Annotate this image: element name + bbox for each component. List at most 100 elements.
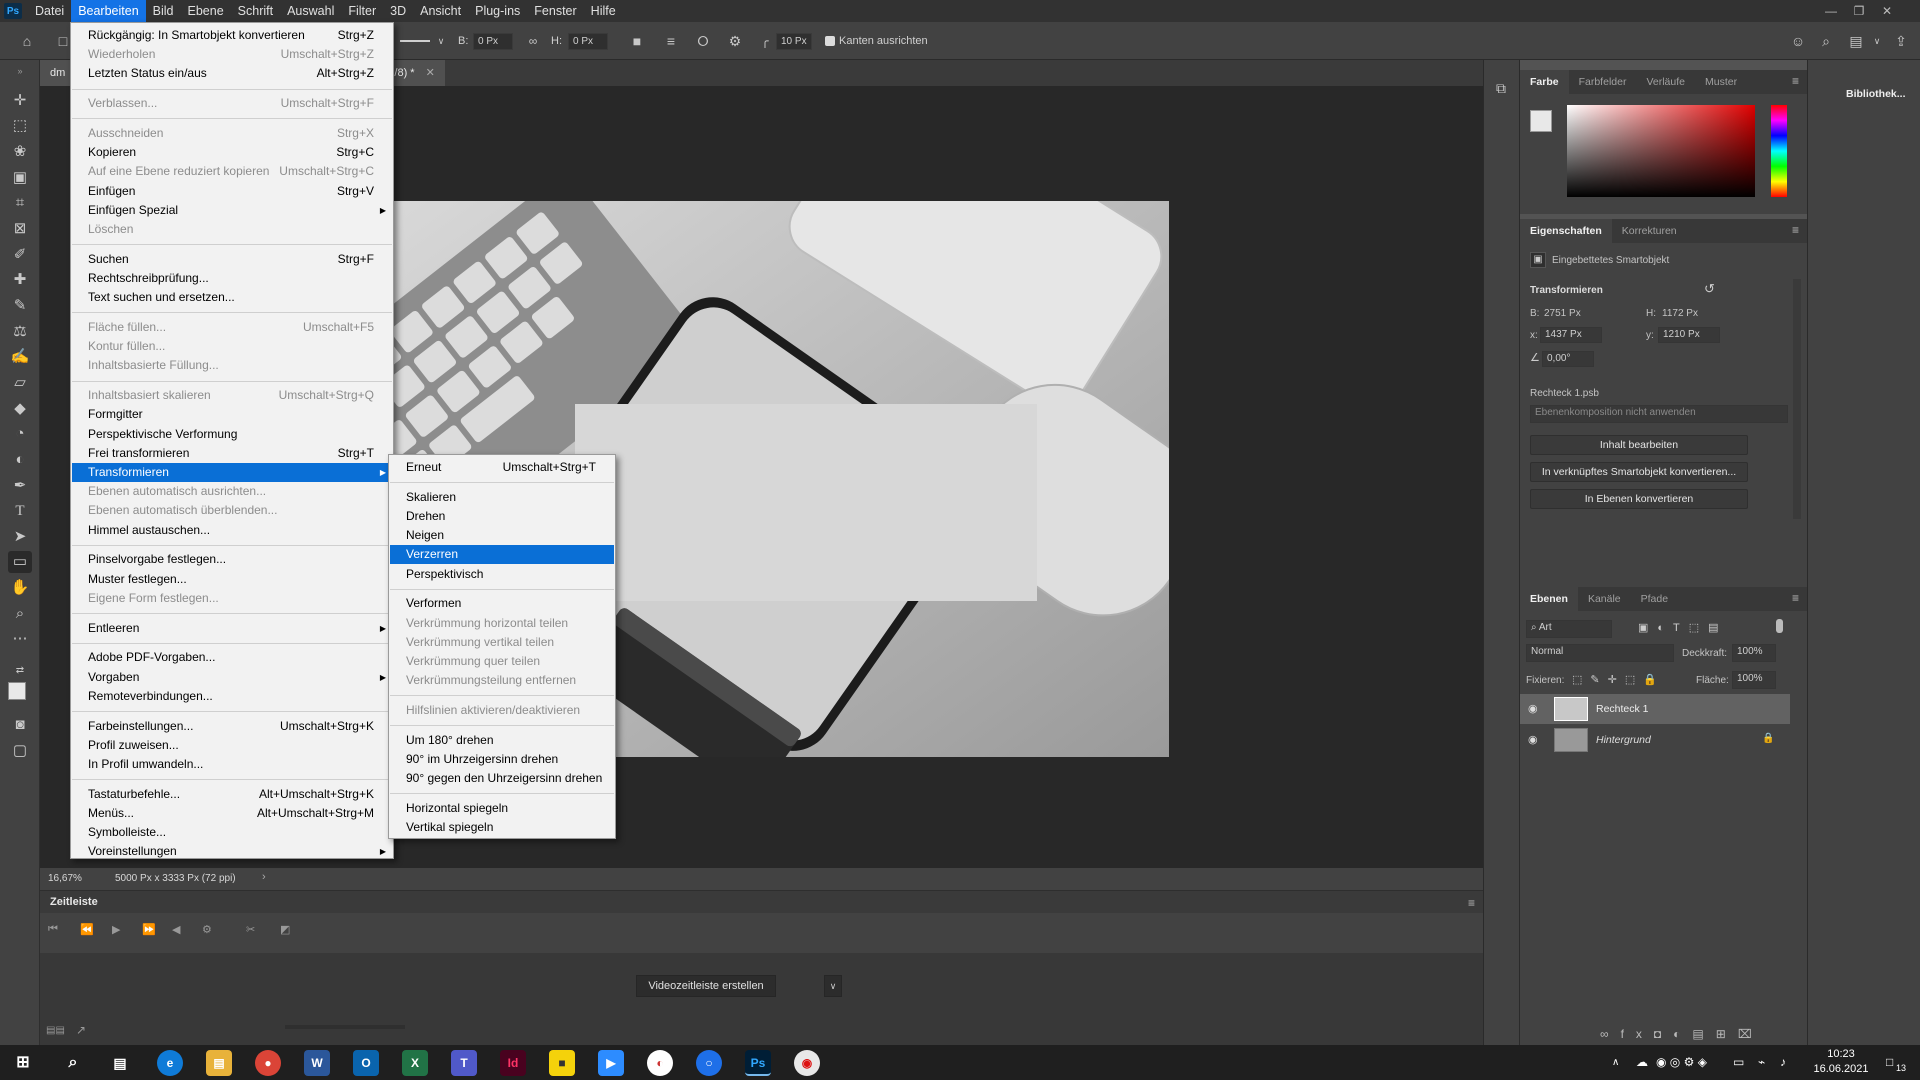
- layer-comp-dropdown[interactable]: Ebenenkomposition nicht anwenden: [1530, 405, 1788, 423]
- menu-item[interactable]: Verzerren: [390, 545, 614, 565]
- teams-icon[interactable]: T: [451, 1050, 477, 1076]
- rectangle-tool-icon[interactable]: ▭: [8, 551, 32, 573]
- type-tool-icon[interactable]: T: [8, 500, 32, 522]
- panel-tab[interactable]: Pfade: [1631, 587, 1678, 611]
- swap-colors-icon[interactable]: ⇄: [8, 660, 32, 682]
- menu-4[interactable]: Schrift: [231, 0, 280, 22]
- next-frame-icon[interactable]: ⏩: [142, 923, 156, 936]
- history-panel-icon[interactable]: ⧉: [1496, 80, 1506, 97]
- onedrive-icon[interactable]: ☁: [1636, 1045, 1648, 1080]
- menu-item[interactable]: Tastaturbefehle... Alt+Umschalt+Strg+K: [72, 785, 392, 804]
- visibility-eye-icon[interactable]: ◉: [1528, 702, 1538, 715]
- history-brush-tool-icon[interactable]: ✍: [8, 346, 32, 368]
- search-icon[interactable]: ⌕: [60, 1050, 86, 1076]
- photoshop-taskbar-icon[interactable]: Ps: [745, 1050, 771, 1076]
- link-icon[interactable]: ∞: [524, 32, 542, 50]
- adjustment-icon[interactable]: ◐: [1673, 1027, 1692, 1041]
- signal-icon[interactable]: ○: [696, 1050, 722, 1076]
- transition-icon[interactable]: ◩: [280, 923, 290, 936]
- menu-11[interactable]: Hilfe: [584, 0, 623, 22]
- menu-item[interactable]: Entleeren ▶: [72, 619, 392, 638]
- prop-angle-field[interactable]: 0,00°: [1542, 351, 1594, 367]
- learn-icon[interactable]: ☺: [1789, 32, 1807, 50]
- menu-item[interactable]: Verkrümmungsteilung entfernen: [390, 671, 614, 690]
- collapse-toolbar-icon[interactable]: »: [8, 60, 32, 82]
- eyedropper-tool-icon[interactable]: ✐: [8, 244, 32, 266]
- height-field[interactable]: 0 Px: [568, 33, 608, 50]
- layer-filter-dropdown[interactable]: ⌕ Art: [1526, 620, 1612, 638]
- frame-tool-icon[interactable]: ⊠: [8, 218, 32, 240]
- menu-item[interactable]: Menüs... Alt+Umschalt+Strg+M: [72, 804, 392, 823]
- menu-3[interactable]: Ebene: [181, 0, 231, 22]
- panel-tab[interactable]: Farbe: [1520, 70, 1569, 94]
- opacity-field[interactable]: 100%: [1732, 644, 1776, 662]
- indesign-icon[interactable]: Id: [500, 1050, 526, 1076]
- menu-item[interactable]: Frei transformieren Strg+T: [72, 444, 392, 463]
- menu-item[interactable]: Erneut Umschalt+Strg+T: [390, 458, 614, 477]
- menu-item[interactable]: Skalieren: [390, 488, 614, 507]
- path-operations-icon[interactable]: ■: [628, 32, 646, 50]
- panel-menu-icon[interactable]: ≡: [1468, 896, 1475, 910]
- share-icon[interactable]: ⇪: [1892, 32, 1910, 50]
- pen-tool-icon[interactable]: ✒: [8, 475, 32, 497]
- panel-tab[interactable]: Farbfelder: [1569, 70, 1637, 94]
- visibility-eye-icon[interactable]: ◉: [1528, 733, 1538, 746]
- foreground-color-swatch[interactable]: [8, 682, 26, 700]
- windows-start-icon[interactable]: ⊞: [10, 1050, 36, 1076]
- menu-0[interactable]: Datei: [28, 0, 71, 22]
- clone-stamp-tool-icon[interactable]: ⚖: [8, 321, 32, 343]
- brush-tool-icon[interactable]: ✎: [8, 295, 32, 317]
- play-icon[interactable]: ▶: [112, 923, 120, 936]
- align-edges-checkbox[interactable]: [825, 36, 835, 46]
- menu-item[interactable]: 90° gegen den Uhrzeigersinn drehen: [390, 769, 614, 788]
- playback-settings-icon[interactable]: ⚙: [202, 923, 212, 936]
- audio-icon[interactable]: ◀: [172, 923, 180, 936]
- maximize-icon[interactable]: ❐: [1846, 0, 1872, 22]
- panel-menu-icon[interactable]: ≡: [1792, 591, 1799, 605]
- healing-brush-tool-icon[interactable]: ✚: [8, 269, 32, 291]
- convert-to-linked-button[interactable]: In verknüpftes Smartobjekt konvertieren.…: [1530, 462, 1748, 482]
- menu-item[interactable]: Vorgaben ▶: [72, 668, 392, 687]
- width-field[interactable]: 0 Px: [473, 33, 513, 50]
- sticky-notes-icon[interactable]: ■: [549, 1050, 575, 1076]
- app-icon[interactable]: ◐: [647, 1050, 673, 1076]
- panel-tab[interactable]: Muster: [1695, 70, 1747, 94]
- panel-tab[interactable]: Kanäle: [1578, 587, 1631, 611]
- zoom-level[interactable]: 16,67%: [48, 873, 82, 884]
- menu-item[interactable]: Suchen Strg+F: [72, 250, 392, 269]
- menu-item[interactable]: Inhaltsbasiert skalieren Umschalt+Strg+Q: [72, 386, 392, 405]
- menu-item[interactable]: Adobe PDF-Vorgaben...: [72, 648, 392, 667]
- menu-item[interactable]: Auf eine Ebene reduziert kopieren Umschal…: [72, 162, 392, 181]
- menu-item[interactable]: Wiederholen Umschalt+Strg+Z: [72, 45, 392, 64]
- menu-9[interactable]: Plug-ins: [468, 0, 527, 22]
- blur-tool-icon[interactable]: ◔: [8, 423, 32, 445]
- menu-8[interactable]: Ansicht: [413, 0, 468, 22]
- chevron-up-icon[interactable]: ∧: [1612, 1045, 1619, 1080]
- gear-icon[interactable]: ⚙: [726, 32, 744, 50]
- word-icon[interactable]: W: [304, 1050, 330, 1076]
- menu-item[interactable]: Hilfslinien aktivieren/deaktivieren: [390, 701, 614, 720]
- timeline-type-dropdown[interactable]: ∨: [824, 975, 842, 997]
- layer-row-hintergrund[interactable]: ◉ Hintergrund 🔒: [1520, 725, 1790, 755]
- menu-item[interactable]: Einfügen Spezial ▶: [72, 201, 392, 220]
- menu-item[interactable]: Ebenen automatisch überblenden...: [72, 501, 392, 520]
- menu-item[interactable]: Ausschneiden Strg+X: [72, 124, 392, 143]
- menu-item[interactable]: Verkrümmung vertikal teilen: [390, 633, 614, 652]
- menu-item[interactable]: Horizontal spiegeln: [390, 799, 614, 818]
- edge-browser-icon[interactable]: e: [157, 1050, 183, 1076]
- menu-item[interactable]: Farbeinstellungen... Umschalt+Strg+K: [72, 717, 392, 736]
- blend-mode-dropdown[interactable]: Normal: [1526, 644, 1674, 662]
- menu-item[interactable]: Perspektivische Verformung: [72, 425, 392, 444]
- menu-item[interactable]: Um 180° drehen: [390, 731, 614, 750]
- menu-item[interactable]: Rechtschreibprüfung...: [72, 269, 392, 288]
- group-icon[interactable]: ▤: [1692, 1027, 1715, 1041]
- layer-filter-icons[interactable]: ▣◐T⬚▤: [1638, 621, 1728, 634]
- marquee-tool-icon[interactable]: ⬚: [8, 115, 32, 137]
- photoshop-logo[interactable]: Ps: [4, 3, 22, 19]
- search-icon[interactable]: ⌕: [1817, 32, 1835, 50]
- menu-item[interactable]: Symbolleiste...: [72, 823, 392, 842]
- filter-toggle[interactable]: [1776, 619, 1783, 633]
- zoom-icon[interactable]: ▶: [598, 1050, 624, 1076]
- panel-menu-icon[interactable]: ≡: [1792, 74, 1799, 88]
- eraser-tool-icon[interactable]: ▱: [8, 372, 32, 394]
